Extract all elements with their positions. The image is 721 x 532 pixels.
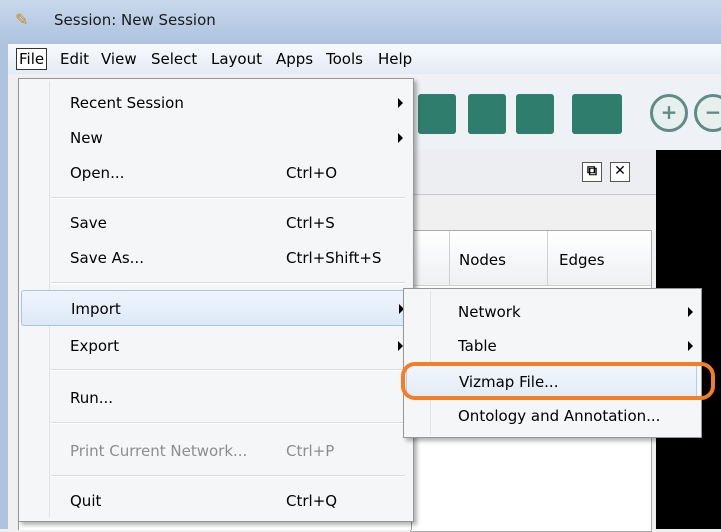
toolbar: + − bbox=[410, 74, 721, 150]
menu-item-label: New bbox=[70, 129, 103, 147]
menu-item-label: Print Current Network... bbox=[70, 442, 248, 460]
float-panel-icon[interactable]: ⧉ bbox=[582, 162, 602, 182]
menu-item-label: Open... bbox=[70, 164, 125, 182]
window-frame-left bbox=[0, 44, 8, 529]
menu-item-label: Import bbox=[71, 300, 121, 318]
window-title: Session: New Session bbox=[54, 11, 216, 29]
table-import-icon[interactable] bbox=[516, 94, 554, 134]
menu-layout[interactable]: Layout bbox=[211, 50, 262, 68]
submenu-arrow-icon bbox=[398, 133, 403, 143]
menu-apps[interactable]: Apps bbox=[276, 50, 313, 68]
menu-bar: File Edit View Select Layout Apps Tools … bbox=[8, 44, 721, 74]
network-import-icon[interactable] bbox=[468, 94, 506, 134]
menu-select[interactable]: Select bbox=[151, 50, 197, 68]
menu-item-label: Ontology and Annotation... bbox=[458, 407, 661, 425]
panel-header: ⧉ ✕ bbox=[410, 150, 656, 195]
close-panel-icon[interactable]: ✕ bbox=[610, 162, 630, 182]
table-header: Nodes Edges bbox=[411, 231, 651, 286]
menu-separator bbox=[51, 475, 405, 477]
submenu-arrow-icon bbox=[398, 98, 403, 108]
menu-item-shortcut: Ctrl+Shift+S bbox=[286, 249, 382, 267]
image-export-icon[interactable] bbox=[572, 94, 622, 134]
app-icon: ✎ bbox=[15, 10, 29, 29]
menu-item-shortcut: Ctrl+S bbox=[286, 214, 335, 232]
column-divider bbox=[547, 231, 548, 285]
zoom-in-icon[interactable]: + bbox=[650, 94, 688, 132]
menu-help[interactable]: Help bbox=[378, 50, 412, 68]
menu-tools[interactable]: Tools bbox=[326, 50, 363, 68]
highlight-annotation-ring bbox=[401, 362, 715, 400]
menu-separator bbox=[51, 282, 405, 284]
file-menu: Recent Session New Open... Ctrl+O Save C… bbox=[18, 78, 414, 522]
menu-item-export[interactable]: Export bbox=[21, 328, 409, 364]
submenu-arrow-icon bbox=[688, 307, 693, 317]
menu-item-save[interactable]: Save Ctrl+S bbox=[21, 205, 409, 241]
menu-item-label: Save bbox=[70, 214, 107, 232]
menu-item-save-as[interactable]: Save As... Ctrl+Shift+S bbox=[21, 240, 409, 276]
menu-item-print-current-network: Print Current Network... Ctrl+P bbox=[21, 433, 409, 469]
menu-view[interactable]: View bbox=[101, 50, 137, 68]
menu-separator bbox=[51, 422, 405, 424]
submenu-item-ontology-and-annotation[interactable]: Ontology and Annotation... bbox=[406, 399, 697, 433]
menu-item-label: Export bbox=[70, 337, 120, 355]
menu-item-new[interactable]: New bbox=[21, 120, 409, 156]
menu-item-label: Quit bbox=[70, 492, 102, 510]
menu-item-shortcut: Ctrl+Q bbox=[286, 492, 338, 510]
menu-item-label: Network bbox=[458, 303, 521, 321]
menu-edit[interactable]: Edit bbox=[60, 50, 89, 68]
column-divider bbox=[449, 231, 450, 285]
menu-item-shortcut: Ctrl+O bbox=[286, 164, 338, 182]
table-icon[interactable] bbox=[418, 94, 456, 134]
menu-item-recent-session[interactable]: Recent Session bbox=[21, 85, 409, 121]
menu-item-run[interactable]: Run... bbox=[21, 380, 409, 416]
column-edges[interactable]: Edges bbox=[559, 251, 605, 269]
submenu-item-network[interactable]: Network bbox=[406, 295, 697, 329]
menu-item-open[interactable]: Open... Ctrl+O bbox=[21, 155, 409, 191]
menu-item-label: Table bbox=[458, 337, 497, 355]
submenu-item-table[interactable]: Table bbox=[406, 329, 697, 363]
title-bar[interactable]: ✎ Session: New Session bbox=[0, 0, 721, 44]
zoom-out-icon[interactable]: − bbox=[694, 94, 721, 132]
menu-file[interactable]: File bbox=[16, 48, 48, 70]
menu-item-label: Save As... bbox=[70, 249, 144, 267]
menu-item-import[interactable]: Import bbox=[21, 290, 409, 326]
menu-separator bbox=[51, 369, 405, 371]
submenu-arrow-icon bbox=[688, 341, 693, 351]
menu-item-shortcut: Ctrl+P bbox=[286, 442, 335, 460]
menu-item-label: Run... bbox=[70, 389, 114, 407]
menu-item-quit[interactable]: Quit Ctrl+Q bbox=[21, 483, 409, 519]
menu-item-label: Recent Session bbox=[70, 94, 184, 112]
column-nodes[interactable]: Nodes bbox=[459, 251, 506, 269]
menu-separator bbox=[51, 197, 405, 199]
